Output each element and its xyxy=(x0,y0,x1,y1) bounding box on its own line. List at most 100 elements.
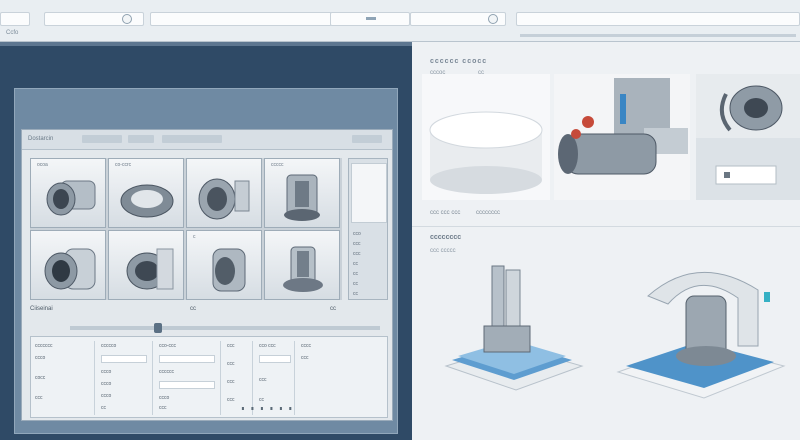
section-subtitle: ccc ccccc xyxy=(430,248,456,254)
param-column: ccccccc ccco cocc ccc xyxy=(31,341,95,415)
param-label: cc xyxy=(101,405,106,411)
property-row[interactable]: ccc xyxy=(353,251,385,257)
param-label: ccccco xyxy=(101,343,117,349)
monitor-frame: Dostarcin ocoa co-ccrc ccccc c cco ccc c… xyxy=(14,88,398,434)
property-row[interactable]: cc xyxy=(353,281,385,287)
section-title: cccccccc xyxy=(430,234,462,241)
toolbar-tab[interactable] xyxy=(128,135,154,143)
slider-handle[interactable] xyxy=(154,323,162,333)
param-label: cco-ccc xyxy=(159,343,176,349)
bracket-icon xyxy=(284,174,320,221)
param-label: ccco xyxy=(101,369,112,375)
param-label: ccc xyxy=(227,343,235,349)
thumbnail-label: ocoa xyxy=(37,162,48,168)
window-toolbar: Dostarcin xyxy=(22,130,392,150)
cad-window: Dostarcin ocoa co-ccrc ccccc c cco ccc c… xyxy=(21,129,393,421)
part-thumbnail[interactable]: c xyxy=(186,230,262,300)
part-thumbnail[interactable] xyxy=(264,230,340,300)
render-card[interactable] xyxy=(696,74,800,200)
param-label: cco ccc xyxy=(259,343,276,349)
bracket-icon xyxy=(283,246,323,292)
property-row[interactable]: cc xyxy=(353,271,385,277)
render-card[interactable] xyxy=(422,74,550,200)
param-label: ccco xyxy=(159,395,170,401)
toolbar-tab[interactable] xyxy=(162,135,222,143)
part-thumbnail[interactable]: co-ccrc xyxy=(108,158,184,228)
param-label: ccco xyxy=(101,381,112,387)
param-column: cccc ccc xyxy=(297,341,387,415)
property-row[interactable]: cc xyxy=(353,291,385,297)
param-label: ccc xyxy=(227,397,235,403)
part-thumbnail[interactable]: ocoa xyxy=(30,158,106,228)
ring-gasket-icon xyxy=(120,184,174,218)
parameters-panel: ccccccc ccco cocc ccc ccccco ccco ccco c… xyxy=(30,336,388,418)
status-label: cc xyxy=(190,306,196,312)
card-caption: cccccccc xyxy=(476,210,500,216)
param-column: ccc ccc ccc ccc xyxy=(223,341,253,415)
top-stripe xyxy=(0,42,412,46)
thumbnail-label: c xyxy=(193,234,196,240)
card-caption: ccc ccc ccc xyxy=(430,210,461,216)
param-label: ccc xyxy=(259,377,267,383)
search-icon[interactable] xyxy=(488,14,498,24)
param-label: ccc xyxy=(227,379,235,385)
part-thumbnail[interactable]: ccccc xyxy=(264,158,340,228)
section-divider xyxy=(412,226,800,227)
valve-icon xyxy=(212,248,246,292)
preview-box xyxy=(351,163,387,223)
param-label: cccccc xyxy=(159,369,174,375)
address-field[interactable] xyxy=(150,12,332,26)
render-gallery: cccccc ccocc cccoc cc ccc ccc ccc cccccc… xyxy=(412,42,800,440)
part-thumbnail[interactable] xyxy=(186,158,262,228)
param-input[interactable] xyxy=(159,355,215,363)
param-column: ccccco ccco ccco ccco cc xyxy=(97,341,153,415)
param-label: ccc xyxy=(159,405,167,411)
thumbnail-label: ccccc xyxy=(271,162,284,168)
circle-icon[interactable] xyxy=(122,14,132,24)
thumbnail-label: co-ccrc xyxy=(115,162,132,168)
param-input[interactable] xyxy=(159,381,215,389)
bottom-toolbar[interactable]: ∎ ∎ ∎ ∎ ∎ ∎ xyxy=(241,405,385,415)
pipe-fitting-icon xyxy=(46,180,96,216)
extruder-render[interactable] xyxy=(608,256,788,406)
param-label: ccc xyxy=(35,395,43,401)
toolbar-tab[interactable] xyxy=(352,135,382,143)
part-thumbnail[interactable] xyxy=(108,230,184,300)
cylinder-render xyxy=(429,111,543,194)
mold-press-render[interactable] xyxy=(432,256,592,406)
param-input[interactable] xyxy=(101,355,147,363)
monitor-backdrop: Dostarcin ocoa co-ccrc ccccc c cco ccc c… xyxy=(0,42,412,440)
status-label: Ciiseinai xyxy=(30,306,53,312)
properties-panel: cco ccc ccc cc cc cc cc xyxy=(348,158,388,300)
param-label: ccco xyxy=(101,393,112,399)
property-row[interactable]: ccc xyxy=(353,241,385,247)
toolbar-segment[interactable] xyxy=(0,12,30,26)
part-thumbnail[interactable] xyxy=(30,230,106,300)
toolbar-label: Ccfo xyxy=(6,30,19,36)
pipe-fitting-icon xyxy=(44,248,96,290)
toolbar-tab[interactable] xyxy=(82,135,122,143)
coupling-icon xyxy=(126,248,174,290)
property-row[interactable]: cco xyxy=(353,231,385,237)
param-column: cco ccc ccc cc xyxy=(255,341,295,415)
property-row[interactable]: cc xyxy=(353,261,385,267)
status-bar: Ciiseinai cc cc xyxy=(30,306,388,316)
param-label: cc xyxy=(259,397,264,403)
valve-icon xyxy=(198,178,250,220)
top-toolbar: Ccfo xyxy=(0,0,800,42)
timeline-slider[interactable] xyxy=(70,323,380,333)
toolbar-title: Dostarcin xyxy=(28,136,54,142)
pipe-assembly-render xyxy=(558,78,688,175)
gallery-title: cccccc ccocc xyxy=(430,58,488,65)
param-label: ccco xyxy=(35,355,46,361)
toolbar-segment[interactable] xyxy=(516,12,800,26)
param-input[interactable] xyxy=(259,355,291,363)
render-card[interactable] xyxy=(554,74,690,200)
param-label: ccc xyxy=(301,355,309,361)
param-label: ccccccc xyxy=(35,343,53,349)
status-label: cc xyxy=(330,306,336,312)
param-label: cccc xyxy=(301,343,311,349)
thumbnail-grid: ocoa co-ccrc ccccc c xyxy=(30,158,342,300)
indicator-bar xyxy=(366,17,376,20)
param-column: cco-ccc cccccc ccco ccc xyxy=(155,341,221,415)
